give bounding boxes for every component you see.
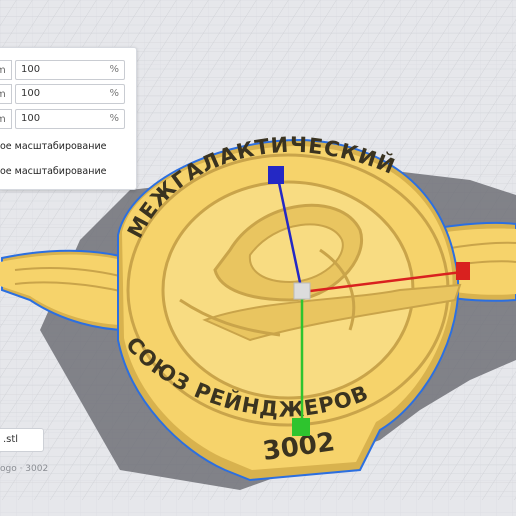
object-list-file-item[interactable]: .stl [0, 428, 44, 452]
gizmo-center-handle[interactable] [293, 282, 311, 300]
snap-scaling-checkbox[interactable]: ое масштабирование [0, 141, 106, 152]
size-field-y[interactable]: m [0, 84, 12, 104]
file-name-label: .stl [3, 434, 19, 445]
scale-z-unit: % [109, 113, 119, 124]
y-axis-handle[interactable] [292, 418, 310, 436]
scale-percent-field-x[interactable]: 100 % [15, 60, 125, 80]
scale-percent-field-y[interactable]: 100 % [15, 84, 125, 104]
scale-x-value: 100 [21, 64, 41, 75]
scale-tool-panel: m 100 % m 100 % m 100 % ое масштабирован… [0, 47, 137, 190]
z-axis-handle[interactable] [268, 166, 284, 184]
scale-z-value: 100 [21, 113, 41, 124]
scale-y-value: 100 [21, 88, 41, 99]
size-field-x[interactable]: m [0, 60, 12, 80]
uniform-scaling-checkbox[interactable]: ое масштабирование [0, 166, 106, 177]
scale-x-unit: % [109, 64, 119, 75]
object-caption: ogo · 3002 [0, 464, 49, 474]
size-field-z[interactable]: m [0, 109, 12, 129]
scale-y-unit: % [109, 88, 119, 99]
scale-percent-field-z[interactable]: 100 % [15, 109, 125, 129]
x-axis-handle[interactable] [456, 262, 470, 280]
